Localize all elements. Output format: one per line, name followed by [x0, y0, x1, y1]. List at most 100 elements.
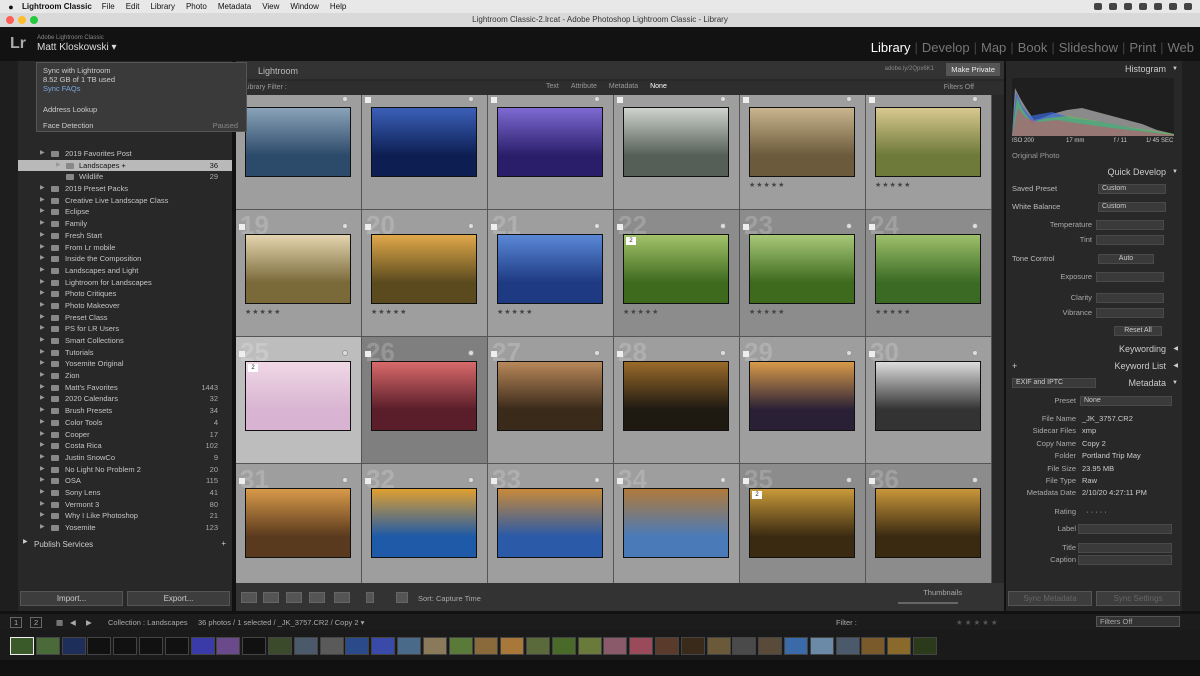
survey-view-icon[interactable]	[309, 592, 325, 603]
quick-collection-dot-icon[interactable]	[846, 223, 852, 229]
expand-triangle-icon[interactable]: ▶	[40, 265, 45, 277]
quick-collection-dot-icon[interactable]	[720, 350, 726, 356]
grid-cell[interactable]: 31	[236, 464, 362, 583]
collection-item[interactable]: ▶ Inside the Composition	[18, 253, 232, 265]
quick-collection-dot-icon[interactable]	[972, 350, 978, 356]
thumbnail-size-slider[interactable]	[898, 602, 958, 604]
filmstrip-thumbnail[interactable]	[706, 637, 731, 655]
expand-triangle-icon[interactable]: ▶	[40, 312, 45, 324]
filmstrip-thumbnail[interactable]	[422, 637, 447, 655]
filmstrip-thumbnail[interactable]	[139, 637, 163, 655]
filmstrip-thumbnail[interactable]	[655, 637, 679, 655]
filter-tab-metadata[interactable]: Metadata	[609, 83, 638, 90]
flag-icon[interactable]	[743, 97, 749, 103]
grid-cell[interactable]: 23 ★★★★★	[740, 210, 866, 337]
filmstrip-thumbnail[interactable]	[397, 637, 421, 655]
expand-triangle-icon[interactable]: ▶	[40, 393, 45, 405]
filmstrip-thumbnail[interactable]	[113, 637, 138, 655]
collection-item[interactable]: ▶ Costa Rica 102	[18, 440, 232, 452]
flag-icon[interactable]	[239, 224, 245, 230]
caption-field[interactable]	[1078, 555, 1172, 565]
collection-item[interactable]: ▶ Brush Presets 34	[18, 405, 232, 417]
photo-thumbnail[interactable]	[749, 234, 855, 304]
collection-item[interactable]: Wildlife 29	[18, 171, 232, 183]
sort-control[interactable]: Sort: Capture Time	[418, 594, 481, 603]
module-print[interactable]: Print	[1129, 40, 1156, 55]
quick-collection-dot-icon[interactable]	[972, 96, 978, 102]
keywording-header[interactable]: Keywording ◀	[1006, 342, 1182, 356]
flag-icon[interactable]	[491, 224, 497, 230]
grid-cell[interactable]: 32	[362, 464, 488, 583]
collection-item[interactable]: ▶ Lightroom for Landscapes	[18, 277, 232, 289]
flag-icon[interactable]	[239, 478, 245, 484]
photo-thumbnail[interactable]	[371, 488, 477, 558]
filter-tab-none[interactable]: None	[650, 83, 667, 90]
grid-cell[interactable]: 33	[488, 464, 614, 583]
sync-settings-button[interactable]: Sync Settings	[1096, 591, 1180, 606]
quick-collection-dot-icon[interactable]	[720, 223, 726, 229]
rating-stars[interactable]: · · · · ·	[1086, 507, 1107, 516]
filmstrip-thumbnail[interactable]	[732, 637, 757, 655]
collection-item[interactable]: ▶ Landscapes and Light	[18, 265, 232, 277]
filmstrip-star-filter[interactable]: ★★★★★	[956, 618, 1000, 627]
expand-triangle-icon[interactable]: ▶	[40, 440, 45, 452]
flag-icon[interactable]	[239, 351, 245, 357]
notification-center-icon[interactable]	[1184, 3, 1192, 10]
expand-triangle-icon[interactable]: ▶	[40, 405, 45, 417]
saved-preset-select[interactable]: Custom	[1098, 184, 1166, 194]
spray-can-icon[interactable]	[366, 592, 374, 603]
filmstrip-thumbnail[interactable]	[371, 637, 396, 655]
expand-triangle-icon[interactable]: ▶	[40, 347, 45, 359]
flag-icon[interactable]	[869, 97, 875, 103]
filmstrip-thumbnail[interactable]	[629, 637, 654, 655]
expand-triangle-icon[interactable]: ▶	[40, 429, 45, 441]
filmstrip-thumbnail[interactable]	[913, 637, 937, 655]
menu-metadata[interactable]: Metadata	[218, 2, 251, 11]
photo-thumbnail[interactable]	[371, 361, 477, 431]
sort-direction-icon[interactable]	[396, 592, 408, 603]
expand-triangle-icon[interactable]: ▶	[40, 323, 45, 335]
photo-thumbnail[interactable]	[623, 488, 729, 558]
temperature-stepper[interactable]	[1096, 220, 1164, 230]
photo-thumbnail[interactable]	[497, 107, 603, 177]
grid-cell[interactable]: 27	[488, 337, 614, 464]
auto-tone-button[interactable]: Auto	[1098, 254, 1154, 264]
filmstrip-filters-select[interactable]: Filters Off	[1096, 616, 1180, 627]
module-map[interactable]: Map	[981, 40, 1006, 55]
grid-cell[interactable]	[488, 95, 614, 210]
flag-icon[interactable]	[743, 351, 749, 357]
back-arrow-icon[interactable]: ◀	[70, 618, 76, 627]
collection-item[interactable]: ▶ Cooper 17	[18, 429, 232, 441]
photo-thumbnail[interactable]	[371, 234, 477, 304]
star-rating[interactable]: ★★★★★	[623, 308, 659, 316]
photo-thumbnail[interactable]	[749, 488, 855, 558]
people-view-icon[interactable]	[334, 592, 350, 603]
app-menu[interactable]: Lightroom Classic	[22, 2, 92, 11]
grid-cell[interactable]	[236, 95, 362, 210]
metadata-preset-select[interactable]: None	[1080, 396, 1172, 406]
module-develop[interactable]: Develop	[922, 40, 970, 55]
metadata-field-value[interactable]: xmp	[1082, 426, 1096, 435]
photo-thumbnail[interactable]	[245, 107, 351, 177]
sort-value[interactable]: Capture Time	[436, 594, 481, 603]
metadata-header[interactable]: EXIF and IPTC Metadata ▼	[1006, 376, 1182, 390]
flag-icon[interactable]	[491, 351, 497, 357]
photo-thumbnail[interactable]	[371, 107, 477, 177]
menu-window[interactable]: Window	[290, 2, 318, 11]
photo-thumbnail[interactable]	[245, 234, 351, 304]
metadata-field-value[interactable]: Copy 2	[1082, 439, 1106, 448]
expand-triangle-icon[interactable]: ▶	[40, 195, 45, 207]
flag-icon[interactable]	[869, 351, 875, 357]
flag-icon[interactable]	[869, 224, 875, 230]
collection-item[interactable]: ▶ Justin SnowCo 9	[18, 452, 232, 464]
flag-icon[interactable]	[617, 351, 623, 357]
collection-item[interactable]: ▶ Sony Lens 41	[18, 487, 232, 499]
expand-triangle-icon[interactable]: ▶	[40, 499, 45, 511]
collection-item[interactable]: ▶ Yosemite Original	[18, 358, 232, 370]
expand-triangle-icon[interactable]: ▶	[56, 160, 61, 172]
face-detection-item[interactable]: Face Detection	[43, 121, 93, 130]
grid-cell[interactable]: 22 2 ★★★★★	[614, 210, 740, 337]
photo-thumbnail[interactable]	[875, 488, 981, 558]
photo-thumbnail[interactable]	[623, 107, 729, 177]
collection-item[interactable]: ▶ Tutorials	[18, 347, 232, 359]
